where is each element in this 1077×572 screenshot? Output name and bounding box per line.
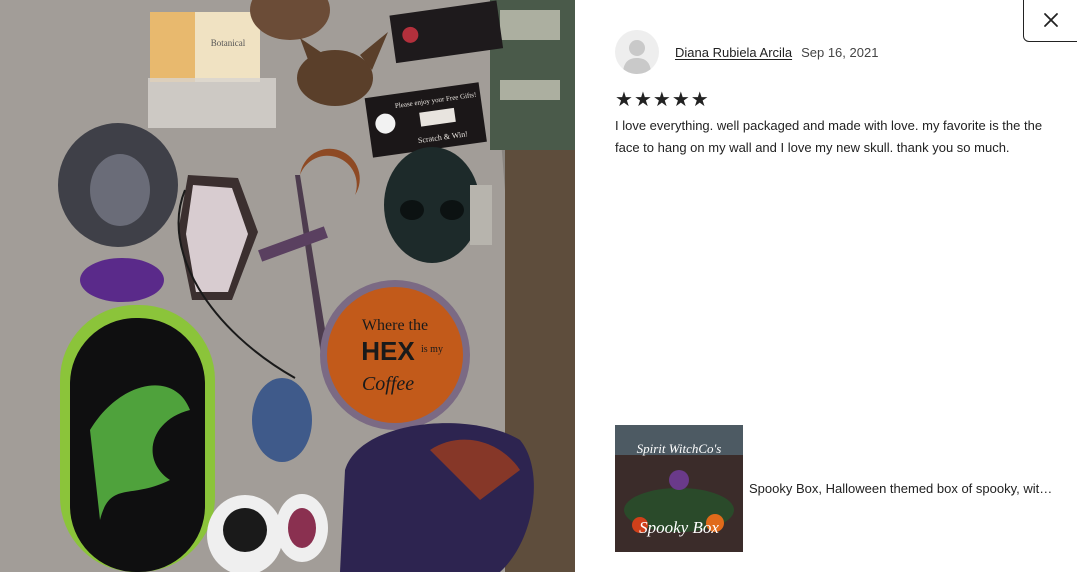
- review-photo-image: Botanical Please enjoy your Free Gifts! …: [0, 0, 575, 572]
- close-button[interactable]: [1023, 0, 1077, 42]
- thumb-text-2: Spooky Box: [639, 518, 719, 537]
- close-icon: [1044, 13, 1058, 27]
- star-icon: ★: [671, 89, 690, 111]
- avatar[interactable]: [615, 30, 659, 74]
- review-header: Diana Rubiela Arcila Sep 16, 2021: [615, 30, 878, 74]
- reviewer-name-link[interactable]: Diana Rubiela Arcila: [675, 45, 792, 60]
- review-date: Sep 16, 2021: [801, 44, 879, 60]
- coaster-line-1: Where the: [362, 317, 428, 334]
- coaster-line-2: HEX: [361, 336, 415, 366]
- soap-label-text: Botanical: [211, 38, 246, 48]
- coaster-line-3: is my: [421, 344, 443, 355]
- coaster-line-4: Coffee: [362, 373, 414, 395]
- star-icon: ★: [652, 89, 671, 111]
- item-title[interactable]: Spooky Box, Halloween themed box of spoo…: [749, 481, 1064, 496]
- thumb-text-1: Spirit WitchCo's: [637, 441, 722, 456]
- avatar-placeholder-icon: [623, 40, 651, 74]
- review-photo[interactable]: Botanical Please enjoy your Free Gifts! …: [0, 0, 575, 572]
- star-icon: ★: [615, 89, 633, 111]
- item-thumbnail-image: Spirit WitchCo's Spooky Box: [615, 425, 743, 552]
- item-thumbnail[interactable]: Spirit WitchCo's Spooky Box: [615, 425, 743, 552]
- star-rating: ★ ★ ★ ★ ★: [615, 90, 709, 110]
- purchased-item-link[interactable]: Spirit WitchCo's Spooky Box Spooky Box, …: [615, 425, 1064, 552]
- review-text: I love everything. well packaged and mad…: [615, 118, 1043, 155]
- star-icon: ★: [690, 89, 709, 111]
- star-icon: ★: [633, 89, 652, 111]
